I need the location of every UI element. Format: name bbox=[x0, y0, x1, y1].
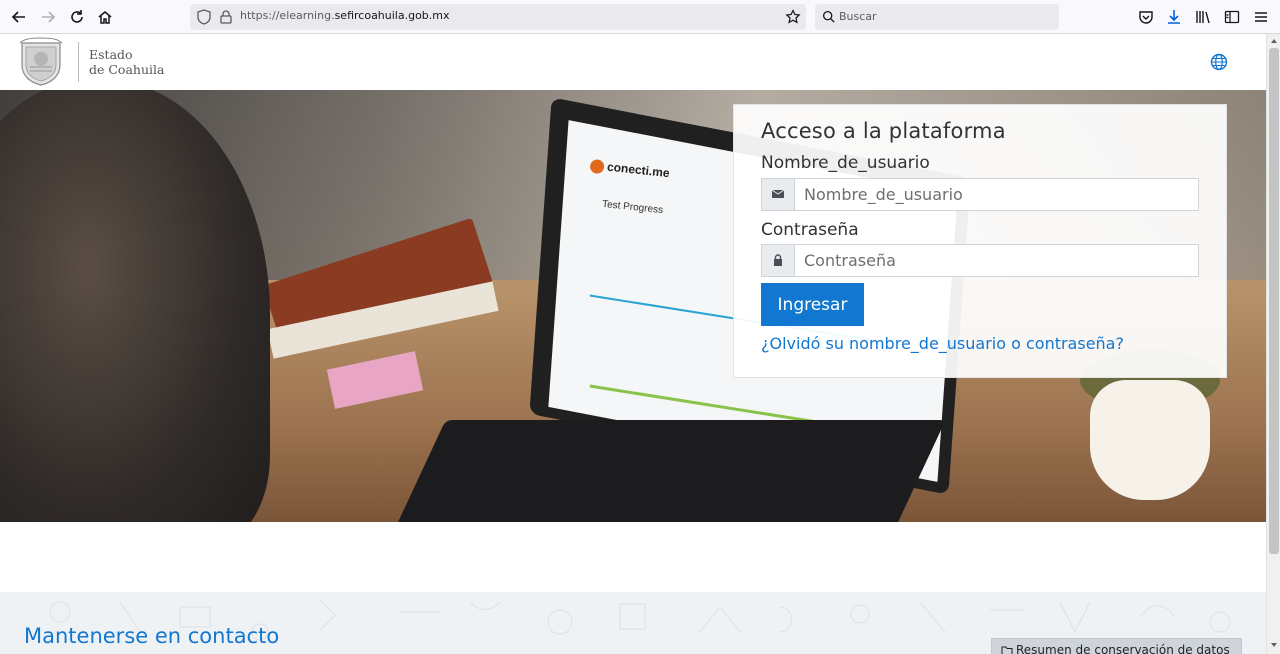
download-icon[interactable] bbox=[1166, 9, 1182, 25]
pocket-icon[interactable] bbox=[1138, 9, 1154, 25]
coahuila-seal-logo[interactable] bbox=[16, 37, 66, 87]
footer-contact-title: Mantenerse en contacto bbox=[24, 624, 280, 648]
site-header: Estado de Coahuila bbox=[0, 34, 1266, 90]
login-button[interactable]: Ingresar bbox=[761, 283, 864, 326]
username-addon bbox=[762, 179, 795, 210]
forward-button[interactable] bbox=[37, 6, 59, 28]
home-button[interactable] bbox=[94, 6, 116, 28]
page-scrollbar[interactable] bbox=[1266, 34, 1280, 654]
lock-icon[interactable] bbox=[218, 9, 234, 25]
forgot-password-link[interactable]: ¿Olvidó su nombre_de_usuario o contraseñ… bbox=[761, 334, 1124, 353]
username-input-group bbox=[761, 178, 1199, 211]
hero-keyboard bbox=[394, 420, 946, 522]
username-input[interactable] bbox=[795, 179, 1198, 210]
library-icon[interactable] bbox=[1195, 9, 1211, 25]
brand-name[interactable]: Estado de Coahuila bbox=[89, 47, 164, 77]
envelope-icon bbox=[771, 189, 785, 198]
login-card: Acceso a la plataforma Nombre_de_usuario… bbox=[733, 104, 1227, 378]
home-icon bbox=[98, 11, 112, 24]
url-prefix: https://elearning. bbox=[240, 9, 335, 22]
sidebar-icon[interactable] bbox=[1224, 9, 1240, 25]
lock-icon bbox=[774, 254, 782, 266]
conectime-logo-icon bbox=[589, 158, 605, 175]
arrow-left-icon bbox=[11, 11, 25, 23]
username-label: Nombre_de_usuario bbox=[761, 153, 930, 173]
url-domain: sefircoahuila.gob.mx bbox=[334, 9, 450, 22]
data-retention-summary-label: Resumen de conservación de datos bbox=[1016, 643, 1230, 654]
password-input-group bbox=[761, 244, 1199, 277]
data-retention-summary-button[interactable]: Resumen de conservación de datos bbox=[991, 638, 1242, 654]
scrollbar-thumb[interactable] bbox=[1269, 48, 1279, 554]
brand-line1: Estado bbox=[89, 47, 133, 62]
folder-icon bbox=[1001, 646, 1013, 654]
reload-button[interactable] bbox=[66, 6, 88, 28]
reload-icon bbox=[71, 10, 83, 23]
password-label: Contraseña bbox=[761, 220, 859, 240]
arrow-right-icon bbox=[42, 11, 56, 23]
url-text[interactable]: https://elearning.sefircoahuila.gob.mx bbox=[240, 9, 450, 22]
search-icon bbox=[822, 10, 835, 23]
scroll-down-arrow-icon[interactable] bbox=[1270, 641, 1278, 649]
browser-toolbar: https://elearning.sefircoahuila.gob.mx B… bbox=[0, 0, 1280, 34]
brand-divider bbox=[78, 42, 79, 82]
shield-icon[interactable] bbox=[196, 9, 212, 25]
star-icon[interactable] bbox=[785, 9, 801, 25]
globe-icon[interactable] bbox=[1210, 53, 1228, 71]
search-bar[interactable]: Buscar bbox=[815, 4, 1059, 30]
login-title: Acceso a la plataforma bbox=[761, 119, 1006, 143]
url-bar[interactable]: https://elearning.sefircoahuila.gob.mx bbox=[190, 4, 806, 30]
hero-plant-pot bbox=[1090, 380, 1210, 500]
brand-line2: de Coahuila bbox=[89, 62, 165, 77]
menu-icon[interactable] bbox=[1253, 9, 1269, 25]
password-addon bbox=[762, 245, 795, 276]
back-button[interactable] bbox=[8, 6, 30, 28]
scroll-up-arrow-icon[interactable] bbox=[1270, 37, 1278, 45]
footer: Mantenerse en contacto Resumen de conser… bbox=[0, 592, 1266, 654]
search-placeholder: Buscar bbox=[839, 10, 877, 23]
password-input[interactable] bbox=[795, 245, 1198, 276]
